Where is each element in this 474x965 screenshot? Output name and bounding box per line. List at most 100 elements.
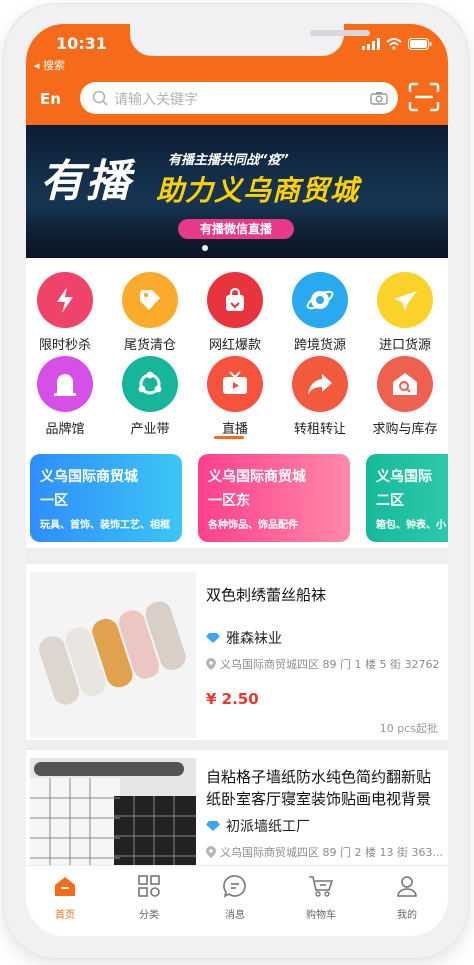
banner-subheadline: 助力义乌商贸城 bbox=[156, 174, 360, 207]
zone-description: 箱包、钟表、小 bbox=[376, 520, 446, 531]
category-imports[interactable]: 进口货源 bbox=[365, 272, 445, 353]
tab-home[interactable]: 首页 bbox=[30, 874, 100, 921]
category-sublet-transfer[interactable]: 转租转让 bbox=[280, 356, 360, 437]
industry-belt-icon bbox=[122, 356, 178, 412]
category-industry-belt[interactable]: 产业带 bbox=[110, 356, 190, 437]
back-to-search-link[interactable]: ◂ 搜索 bbox=[34, 57, 65, 73]
shop-name-row[interactable]: 雅森袜业 bbox=[206, 628, 282, 648]
zone-title: 义乌国际商贸城 bbox=[40, 469, 138, 485]
header-bar: 10:31 ◂ 搜索 En 请输入关键字 bbox=[26, 24, 448, 125]
search-icon bbox=[92, 90, 108, 106]
product-title: 自粘格子墙纸防水纯色简约翻新贴纸卧室客厅寝室装饰贴画电视背景 bbox=[206, 768, 432, 808]
search-input[interactable]: 请输入关键字 bbox=[80, 82, 398, 114]
category-label: 跨境货源 bbox=[293, 338, 346, 353]
status-icons bbox=[362, 38, 432, 50]
promo-banner[interactable]: 有播 有播主播共同战“疫” 助力义乌商贸城 有播微信直播 bbox=[26, 125, 448, 258]
category-grid-icon bbox=[138, 875, 160, 897]
category-cross-border[interactable]: 跨境货源 bbox=[280, 272, 360, 353]
zone-title: 义乌国际 bbox=[376, 469, 432, 485]
warehouse-search-icon bbox=[377, 356, 433, 412]
tab-label: 消息 bbox=[225, 910, 245, 921]
globe-icon bbox=[292, 272, 348, 328]
product-card[interactable]: 双色刺绣蕾丝船袜 雅森袜业 义乌国际商贸城四区 89 门 1 楼 5 街 327… bbox=[26, 564, 448, 740]
tab-label: 我的 bbox=[397, 910, 417, 921]
category-trending[interactable]: 网红爆款 bbox=[195, 272, 275, 353]
search-placeholder: 请输入关键字 bbox=[114, 92, 198, 108]
wifi-icon bbox=[386, 38, 402, 50]
product-card[interactable]: 自粘格子墙纸防水纯色简约翻新贴纸卧室客厅寝室装饰贴画电视背景 初派墙纸工厂 义乌… bbox=[26, 750, 448, 870]
tab-cart[interactable]: 购物车 bbox=[286, 874, 356, 921]
cart-icon bbox=[309, 876, 334, 897]
tab-label: 分类 bbox=[139, 910, 159, 921]
live-active-indicator bbox=[214, 436, 244, 439]
zone-card-district-1-east[interactable]: 义乌国际商贸城 一区东 各种饰品、饰品配件 bbox=[198, 454, 350, 542]
bottom-tab-bar: 首页 分类 消息 购物车 我的 bbox=[26, 865, 448, 936]
category-live-stream[interactable]: 直播 bbox=[195, 356, 275, 437]
banner-tagline: 有播主播共同战“疫” bbox=[168, 153, 289, 168]
product-price: ¥ 2.50 bbox=[206, 690, 259, 708]
shop-name: 雅森袜业 bbox=[226, 631, 282, 647]
banner-headline: 有播 bbox=[40, 156, 132, 207]
zone-card-district-1[interactable]: 义乌国际商贸城 一区 玩具、首饰、装饰工艺、相框 bbox=[30, 454, 182, 542]
scan-icon[interactable] bbox=[408, 82, 440, 112]
battery-icon bbox=[408, 38, 432, 50]
shop-address: 义乌国际商贸城四区 89 门 1 楼 5 街 32762 bbox=[220, 658, 440, 671]
product-image-socks[interactable] bbox=[30, 572, 196, 738]
category-label: 求购与库存 bbox=[372, 422, 438, 437]
shop-name: 初派墙纸工厂 bbox=[226, 819, 310, 835]
app-screen: 10:31 ◂ 搜索 En 请输入关键字 有播 有播主播共同战“疫” 助力义乌商… bbox=[26, 24, 448, 936]
category-label: 进口货源 bbox=[378, 338, 431, 353]
zone-description: 各种饰品、饰品配件 bbox=[208, 520, 298, 531]
product-image-wallpaper[interactable] bbox=[30, 758, 196, 870]
location-pin-icon bbox=[206, 658, 216, 670]
profile-icon bbox=[397, 876, 417, 897]
category-label: 尾货清仓 bbox=[123, 338, 176, 353]
category-label: 网红爆款 bbox=[208, 338, 261, 353]
zone-district: 二区 bbox=[376, 493, 404, 509]
category-grid: 限时秒杀 尾货清仓 网红爆款 跨境货源 进口货源 品牌馆 产业带 直播 转租转让… bbox=[26, 258, 448, 448]
zone-district: 一区 bbox=[40, 493, 68, 509]
category-label: 产业带 bbox=[130, 422, 170, 437]
shopping-bag-icon bbox=[207, 272, 263, 328]
category-label: 限时秒杀 bbox=[38, 338, 91, 353]
carousel-indicator bbox=[202, 245, 208, 251]
speaker-grille bbox=[310, 30, 370, 36]
shop-address-row: 义乌国际商贸城四区 89 门 2 楼 13 街 363... bbox=[206, 844, 443, 860]
market-zones-row: 义乌国际商贸城 一区 玩具、首饰、装饰工艺、相框 义乌国际商贸城 一区东 各种饰… bbox=[26, 448, 448, 548]
zone-title: 义乌国际商贸城 bbox=[208, 469, 306, 485]
shop-name-row[interactable]: 初派墙纸工厂 bbox=[206, 816, 310, 836]
diamond-icon bbox=[206, 633, 220, 643]
tab-profile[interactable]: 我的 bbox=[372, 874, 442, 921]
price-tag-icon bbox=[122, 272, 178, 328]
camera-icon[interactable] bbox=[370, 91, 388, 105]
tab-category[interactable]: 分类 bbox=[114, 874, 184, 921]
category-purchase-inventory[interactable]: 求购与库存 bbox=[365, 356, 445, 437]
category-label: 品牌馆 bbox=[45, 422, 85, 437]
diamond-icon bbox=[206, 821, 220, 831]
zone-description: 玩具、首饰、装饰工艺、相框 bbox=[40, 520, 170, 531]
lightning-icon bbox=[37, 272, 93, 328]
zone-card-district-2[interactable]: 义乌国际 二区 箱包、钟表、小 bbox=[366, 454, 448, 542]
tab-label: 首页 bbox=[55, 910, 75, 921]
shop-address-row: 义乌国际商贸城四区 89 门 1 楼 5 街 32762 bbox=[206, 656, 439, 672]
category-clearance[interactable]: 尾货清仓 bbox=[110, 272, 190, 353]
language-toggle-button[interactable]: En bbox=[40, 90, 61, 108]
zone-district: 一区东 bbox=[208, 493, 250, 509]
category-brand-hall[interactable]: 品牌馆 bbox=[26, 356, 105, 437]
share-arrow-icon bbox=[292, 356, 348, 412]
airplane-icon bbox=[377, 272, 433, 328]
shop-address: 义乌国际商贸城四区 89 门 2 楼 13 街 363... bbox=[220, 846, 443, 859]
category-label: 直播 bbox=[221, 422, 248, 437]
tv-icon bbox=[207, 356, 263, 412]
banner-cta-pill[interactable]: 有播微信直播 bbox=[178, 219, 294, 239]
product-title: 双色刺绣蕾丝船袜 bbox=[206, 586, 327, 604]
status-time: 10:31 bbox=[56, 34, 107, 53]
message-icon bbox=[223, 875, 246, 898]
tab-label: 购物车 bbox=[306, 910, 336, 921]
location-pin-icon bbox=[206, 846, 216, 858]
minimum-order-quantity: 10 pcs起批 bbox=[379, 722, 438, 735]
home-icon bbox=[55, 877, 75, 896]
tab-messages[interactable]: 消息 bbox=[200, 874, 270, 921]
category-label: 转租转让 bbox=[293, 422, 346, 437]
category-flash-sale[interactable]: 限时秒杀 bbox=[26, 272, 105, 353]
